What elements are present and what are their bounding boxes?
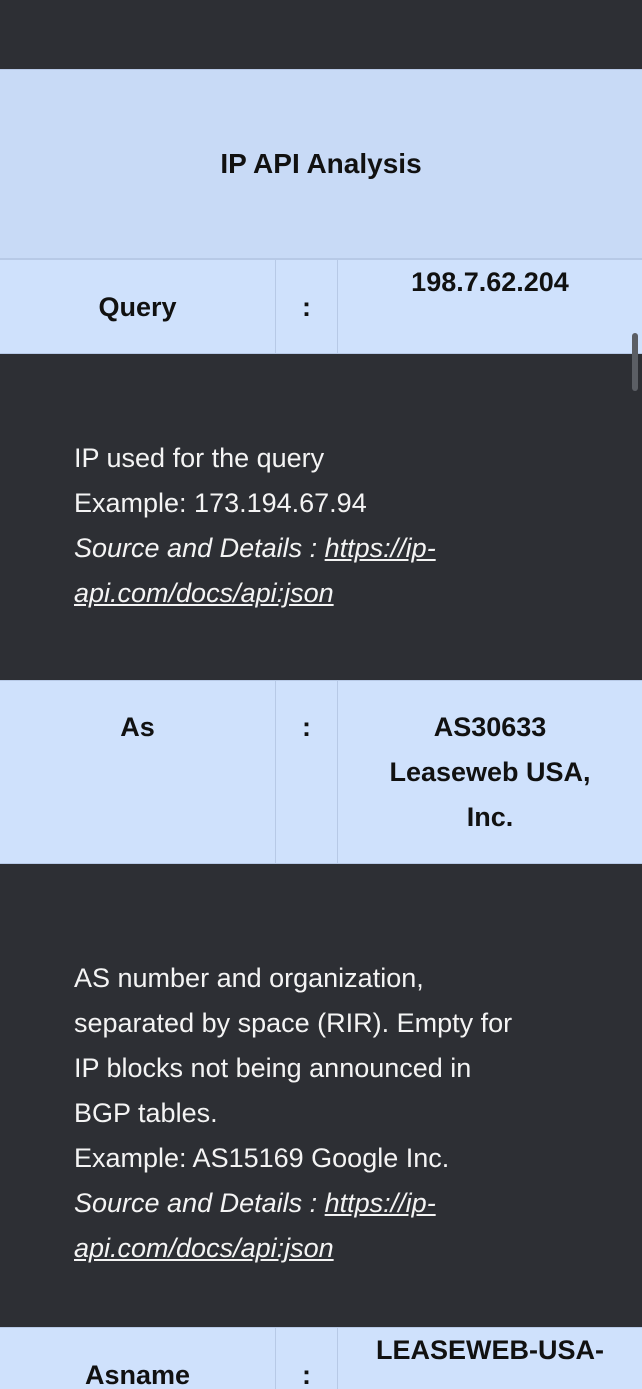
row-key: Query [0,260,276,353]
source-link[interactable]: https://ip- [325,533,436,563]
row-separator: : [276,1328,338,1389]
description-line: AS number and organization, [74,963,424,993]
description-line: IP blocks not being announced in [74,1053,472,1083]
source-link[interactable]: https://ip- [325,1188,436,1218]
description-line: IP used for the query [74,443,325,473]
page-title: IP API Analysis [220,148,422,179]
source-label: Source and Details : [74,533,325,563]
row-value-line: Inc. [466,801,514,832]
table-row-asname: Asname : LEASEWEB-USA- [0,1327,642,1389]
table-row-query: Query : 198.7.62.204 [0,259,642,354]
row-value-line: 198.7.62.204 [411,267,569,297]
row-separator: : [276,681,338,863]
table-row-as: As : AS30633 Leaseweb USA, Inc. [0,680,642,864]
description-as: AS number and organization, separated by… [0,864,642,1327]
row-value-line: LEASEWEB-USA- [376,1335,604,1365]
source-label: Source and Details : [74,1188,325,1218]
top-band [0,0,642,69]
title-row: IP API Analysis [0,69,642,259]
row-value-line: AS30633 [433,711,547,742]
page: IP API Analysis Query : 198.7.62.204 IP … [0,0,642,1389]
description-query: IP used for the query Example: 173.194.6… [0,354,642,680]
row-separator: : [276,260,338,353]
row-value: 198.7.62.204 [338,260,642,353]
description-line: Example: 173.194.67.94 [74,488,367,518]
row-value: AS30633 Leaseweb USA, Inc. [338,681,642,863]
source-link[interactable]: api.com/docs/api:json [74,578,334,608]
description-line: separated by space (RIR). Empty for [74,1008,513,1038]
row-value-line: Leaseweb USA, [389,756,591,787]
source-link[interactable]: api.com/docs/api:json [74,1233,334,1263]
description-line: BGP tables. [74,1098,218,1128]
scrollbar-thumb[interactable] [632,333,638,391]
description-line: Example: AS15169 Google Inc. [74,1143,450,1173]
row-key: As [0,681,276,863]
row-key: Asname [0,1328,276,1389]
row-value: LEASEWEB-USA- [338,1328,642,1389]
